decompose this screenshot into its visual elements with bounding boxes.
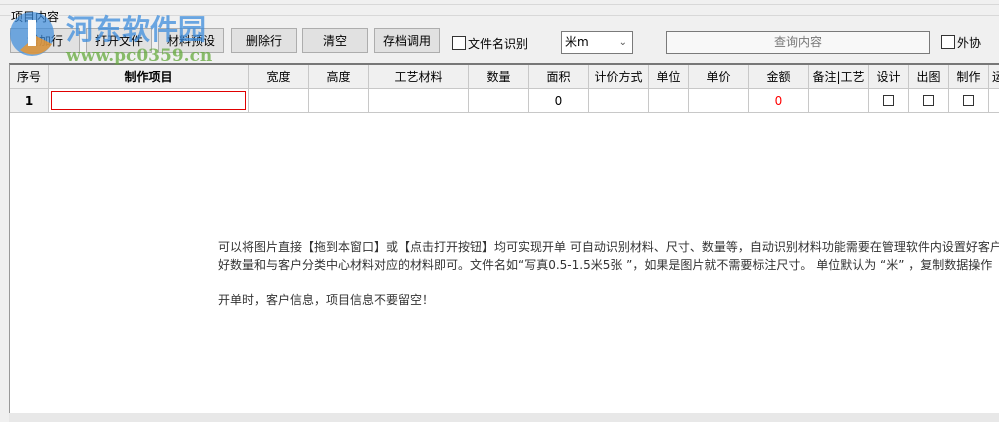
chevron-down-icon: ⌄ <box>618 37 627 48</box>
col-header: 数量 <box>469 65 529 89</box>
note-cell[interactable] <box>809 89 869 113</box>
col-header: 宽度 <box>249 65 309 89</box>
col-header: 工艺材料 <box>369 65 469 89</box>
hint-warning: 开单时，客户信息，项目信息不要留空！ <box>218 293 435 307</box>
hint-line: 好数量和与客户分类中心材料对应的材料即可。文件名如“写真0.5-1.5米5张 ”… <box>218 258 993 272</box>
clear-button[interactable]: 清空 <box>302 28 368 53</box>
divider <box>0 15 999 16</box>
material-preset-button[interactable]: 材料预设 <box>158 28 224 53</box>
group-label: 项目内容 <box>11 8 60 25</box>
horizontal-scrollbar[interactable] <box>9 413 999 422</box>
col-header: 出图 <box>909 65 949 89</box>
pricing-cell[interactable] <box>589 89 649 113</box>
divider <box>0 4 999 5</box>
col-header: 设计 <box>869 65 909 89</box>
item-cell[interactable] <box>49 89 249 113</box>
col-header: 运 <box>989 65 999 89</box>
material-cell[interactable] <box>369 89 469 113</box>
open-file-button[interactable]: 打开文件 <box>86 28 152 53</box>
col-header: 金额 <box>749 65 809 89</box>
add-row-button[interactable]: 增加行 <box>10 28 80 53</box>
item-input[interactable] <box>51 91 246 110</box>
row-index: 1 <box>10 89 49 113</box>
col-header: 制作 <box>949 65 989 89</box>
quantity-cell[interactable] <box>469 89 529 113</box>
production-checkbox[interactable] <box>963 95 974 106</box>
area-cell[interactable]: 0 <box>529 89 589 113</box>
unit-select-value: 米m <box>565 35 589 49</box>
design-cell[interactable] <box>869 89 909 113</box>
col-header: 单价 <box>689 65 749 89</box>
output-cell[interactable] <box>909 89 949 113</box>
height-cell[interactable] <box>309 89 369 113</box>
unit-cell[interactable] <box>649 89 689 113</box>
design-checkbox[interactable] <box>883 95 894 106</box>
search-input[interactable]: 查询内容 <box>666 31 930 54</box>
width-cell[interactable] <box>249 89 309 113</box>
price-cell[interactable] <box>689 89 749 113</box>
table-row[interactable]: 1 0 0 <box>10 89 999 113</box>
col-header: 高度 <box>309 65 369 89</box>
table-header: 序号 制作项目 宽度 高度 工艺材料 数量 面积 计价方式 单位 单价 金额 备… <box>10 65 999 89</box>
amount-cell[interactable]: 0 <box>749 89 809 113</box>
filename-recognition-label: 文件名识别 <box>468 37 529 51</box>
filename-recognition-checkbox[interactable] <box>452 36 466 50</box>
archive-load-button[interactable]: 存档调用 <box>374 28 440 53</box>
delete-row-button[interactable]: 删除行 <box>231 28 297 53</box>
hint-line: 可以将图片直接【拖到本窗口】或【点击打开按钮】均可实现开单 可自动识别材料、尺寸… <box>218 240 999 254</box>
col-header: 制作项目 <box>49 65 249 89</box>
col-header: 单位 <box>649 65 689 89</box>
col-header: 计价方式 <box>589 65 649 89</box>
col-header: 面积 <box>529 65 589 89</box>
unit-select[interactable]: 米m ⌄ <box>561 31 633 54</box>
col-header: 序号 <box>10 65 49 89</box>
outsource-label: 外协 <box>957 36 982 50</box>
outsource-checkbox[interactable] <box>941 35 955 49</box>
production-cell[interactable] <box>949 89 989 113</box>
col-header: 备注|工艺 <box>809 65 869 89</box>
output-checkbox[interactable] <box>923 95 934 106</box>
shipping-cell[interactable] <box>989 89 999 113</box>
